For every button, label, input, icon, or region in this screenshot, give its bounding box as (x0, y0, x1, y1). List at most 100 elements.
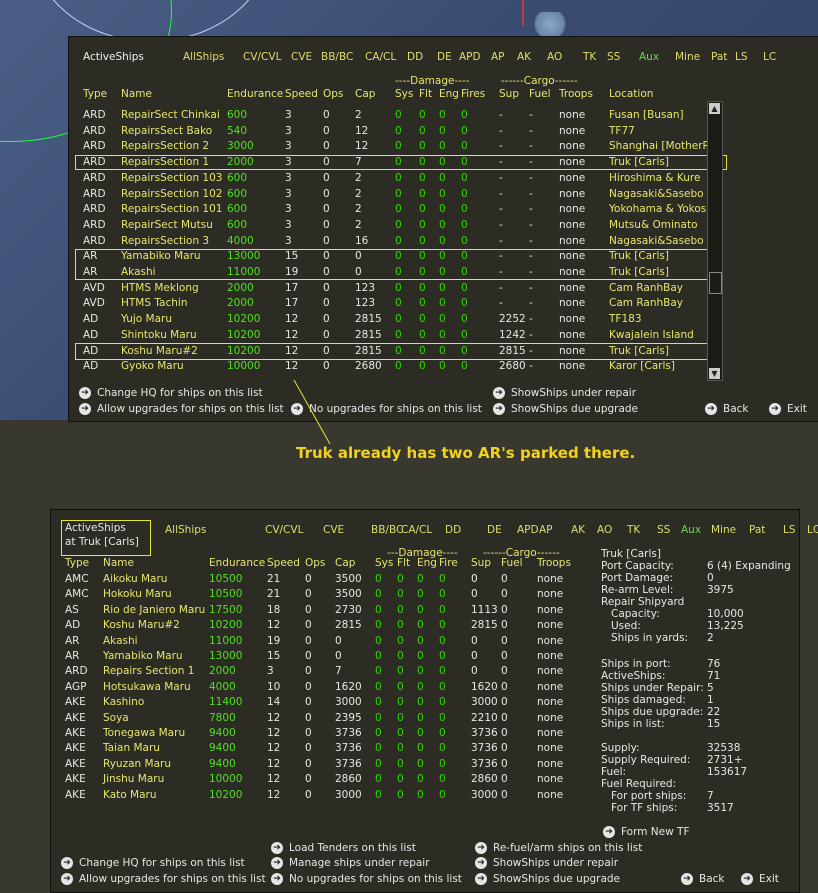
column-header-eng[interactable]: Eng (439, 88, 459, 100)
table-scrollbar[interactable]: ▲ ▼ (707, 101, 723, 381)
column-header-endurance[interactable]: Endurance (227, 88, 283, 100)
tab-aux[interactable]: Aux (639, 51, 659, 63)
column-header-name[interactable]: Name (103, 557, 134, 569)
table-row[interactable]: ARD RepairsSection 2 3000 3 0 12 0 0 0 0- - none Sha… (69, 140, 818, 155)
column-header-troops[interactable]: Troops (537, 557, 571, 569)
change-hq-button[interactable]: ➔ Change HQ for ships on this list (79, 387, 263, 399)
tab-cve[interactable]: CVE (291, 51, 312, 63)
table-row[interactable]: AD Shintoku Maru 10200 12 0 2815 0 0 0 0 1242- none… (69, 329, 818, 344)
tab-ak[interactable]: AK (517, 51, 531, 63)
column-header-location[interactable]: Location (609, 88, 653, 100)
tab-ap[interactable]: AP (491, 51, 505, 63)
table-row[interactable]: AD Yujo Maru 10200 12 0 2815 0 0 0 0 2252- none TF18… (69, 313, 818, 328)
table-row[interactable]: ARD RepairsSection 3 4000 3 0 16 0 0 0 0- - none Nag… (69, 235, 818, 250)
show-ships-under-repair-button[interactable]: ➔ ShowShips under repair (475, 857, 618, 869)
tab-de[interactable]: DE (437, 51, 452, 63)
tab-ss[interactable]: SS (657, 524, 670, 536)
tab-mine[interactable]: Mine (711, 524, 736, 536)
tab-de[interactable]: DE (487, 524, 502, 536)
tab-cve[interactable]: CVE (323, 524, 344, 536)
tab-ao[interactable]: AO (547, 51, 562, 63)
show-ships-under-repair-button[interactable]: ➔ ShowShips under repair (493, 387, 636, 399)
table-row[interactable]: AVD HTMS Meklong 2000 17 0 123 0 0 0 0- - none Cam R… (69, 282, 818, 297)
column-header-speed[interactable]: Speed (285, 88, 318, 100)
column-header-sys[interactable]: Sys (395, 88, 413, 100)
tab-mine[interactable]: Mine (675, 51, 700, 63)
column-header-eng[interactable]: Eng (417, 557, 437, 569)
tab-apd[interactable]: APD (517, 524, 539, 536)
tab-bb-bc[interactable]: BB/BC (371, 524, 403, 536)
table-row[interactable]: AD Gyoko Maru 10000 12 0 2680 0 0 0 0 2680- none Kar… (69, 360, 818, 375)
table-row[interactable]: AMC Aikoku Maru 10500 21 0 3500 0 0 0 0 0 0 none (51, 573, 799, 588)
table-row[interactable]: AKE Kato Maru 10200 12 0 3000 0 0 0 0 3000 0 none (51, 789, 799, 804)
tab-activeships[interactable]: ActiveShips (83, 51, 144, 63)
tab-apd[interactable]: APD (459, 51, 481, 63)
table-row[interactable]: ARD RepairsSection 103 600 3 0 2 0 0 0 0- - none Hir… (69, 172, 818, 187)
table-row[interactable]: ARD RepairsSection 101 600 3 0 2 0 0 0 0- - none Yok… (69, 203, 818, 218)
manage-ships-under-repair-button[interactable]: ➔ Manage ships under repair (271, 857, 430, 869)
column-header-sys[interactable]: Sys (375, 557, 393, 569)
no-upgrades-button[interactable]: ➔ No upgrades for ships on this list (271, 873, 462, 885)
table-row[interactable]: ARD RepairSect Chinkai 600 3 0 2 0 0 0 0 - - none Fus… (69, 109, 818, 124)
tab-ss[interactable]: SS (607, 51, 620, 63)
column-header-name[interactable]: Name (121, 88, 152, 100)
column-header-sup[interactable]: Sup (499, 88, 519, 100)
table-row[interactable]: AR Yamabiko Maru 13000 15 0 0 0 0 0 0 0 0 none (51, 650, 799, 665)
tab-ca-cl[interactable]: CA/CL (401, 524, 432, 536)
tab-aux[interactable]: Aux (681, 524, 701, 536)
column-header-type[interactable]: Type (83, 88, 107, 100)
column-header-flt[interactable]: Flt (419, 88, 432, 100)
column-header-speed[interactable]: Speed (267, 557, 300, 569)
tab-tk[interactable]: TK (583, 51, 596, 63)
back-button[interactable]: ➔ Back (705, 403, 749, 415)
tab-bb-bc[interactable]: BB/BC (321, 51, 353, 63)
scroll-thumb[interactable] (709, 272, 722, 294)
table-row[interactable]: ARD RepairSect Mutsu 600 3 0 2 0 0 0 0- - none Mutsu… (69, 219, 818, 234)
tab-pat[interactable]: Pat (711, 51, 727, 63)
allow-upgrades-button[interactable]: ➔ Allow upgrades for ships on this list (61, 873, 266, 885)
column-header-fuel[interactable]: Fuel (501, 557, 523, 569)
no-upgrades-button[interactable]: ➔ No upgrades for ships on this list (291, 403, 482, 415)
table-row[interactable]: AKE Tonegawa Maru 9400 12 0 3736 0 0 0 0 3736 0 none (51, 727, 799, 742)
table-row[interactable]: ARD RepairsSect Bako 540 3 0 12 0 0 0 0- - none TF77 (69, 125, 818, 140)
tab-tk[interactable]: TK (627, 524, 640, 536)
column-header-cap[interactable]: Cap (355, 88, 375, 100)
column-header-ops[interactable]: Ops (305, 557, 325, 569)
table-row[interactable]: AS Rio de Janiero Maru 17500 18 0 2730 0 0 0 0 111… (51, 604, 799, 619)
column-header-ops[interactable]: Ops (323, 88, 343, 100)
column-header-endurance[interactable]: Endurance (209, 557, 265, 569)
load-tenders-button[interactable]: ➔ Load Tenders on this list (271, 842, 416, 854)
column-header-flt[interactable]: Flt (397, 557, 410, 569)
tab-ca-cl[interactable]: CA/CL (365, 51, 396, 63)
tab-pat[interactable]: Pat (749, 524, 765, 536)
exit-button[interactable]: ➔ Exit (769, 403, 807, 415)
tab-lc[interactable]: LC (807, 524, 818, 536)
tab-ls[interactable]: LS (783, 524, 796, 536)
table-row[interactable]: AMC Hokoku Maru 10500 21 0 3500 0 0 0 0 0 0 none (51, 588, 799, 603)
refuel-arm-button[interactable]: ➔ Re-fuel/arm ships on this list (475, 842, 642, 854)
show-ships-due-upgrade-button[interactable]: ➔ ShowShips due upgrade (475, 873, 620, 885)
column-header-troops[interactable]: Troops (559, 88, 593, 100)
tab-ls[interactable]: LS (735, 51, 748, 63)
scroll-down-icon[interactable]: ▼ (709, 368, 720, 379)
table-row[interactable]: AVD HTMS Tachin 2000 17 0 123 0 0 0 0- - none Cam Ra… (69, 297, 818, 312)
column-header-fire[interactable]: Fire (439, 557, 458, 569)
table-row[interactable]: AKE Jinshu Maru 10000 12 0 2860 0 0 0 0 2860 0 none (51, 773, 799, 788)
column-header-type[interactable]: Type (65, 557, 89, 569)
allow-upgrades-button[interactable]: ➔ Allow upgrades for ships on this list (79, 403, 284, 415)
tab-ap[interactable]: AP (539, 524, 553, 536)
form-new-tf-button[interactable]: ➔ Form New TF (603, 826, 689, 838)
show-ships-due-upgrade-button[interactable]: ➔ ShowShips due upgrade (493, 403, 638, 415)
tab-dd[interactable]: DD (445, 524, 461, 536)
table-row[interactable]: ARD RepairsSection 102 600 3 0 2 0 0 0 0- - none Nag… (69, 188, 818, 203)
change-hq-button[interactable]: ➔ Change HQ for ships on this list (61, 857, 245, 869)
tab-cv-cvl[interactable]: CV/CVL (243, 51, 281, 63)
table-row[interactable]: ARD Repairs Section 1 2000 3 0 7 0 0 0 0 0 0 none (51, 665, 799, 680)
exit-button[interactable]: ➔ Exit (741, 873, 779, 885)
tab-allships[interactable]: AllShips (165, 524, 206, 536)
tab-lc[interactable]: LC (763, 51, 776, 63)
column-header-cap[interactable]: Cap (335, 557, 355, 569)
tab-cv-cvl[interactable]: CV/CVL (265, 524, 303, 536)
column-header-sup[interactable]: Sup (471, 557, 491, 569)
back-button[interactable]: ➔ Back (681, 873, 725, 885)
